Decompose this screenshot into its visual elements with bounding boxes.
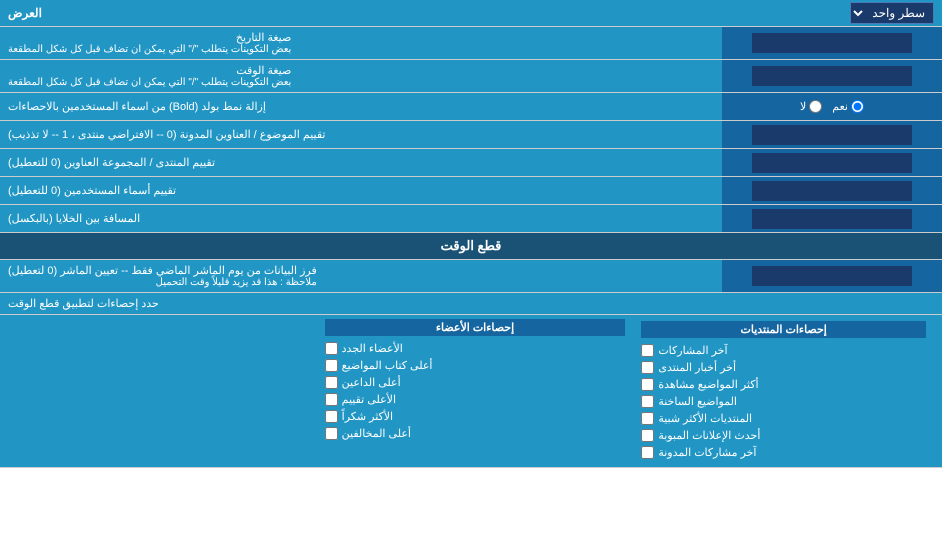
- bold-radio-group: نعم لا: [792, 98, 872, 115]
- col1-title: إحصاءات الأعضاء: [325, 319, 626, 336]
- checkbox-classified-ads: أحدث الإعلانات المبوبة: [641, 427, 926, 444]
- date-format-input-container[interactable]: d-m: [722, 27, 942, 59]
- checkbox-new-members: الأعضاء الجدد: [325, 340, 626, 357]
- checkbox-similar-forums-input[interactable]: [641, 412, 654, 425]
- checkbox-most-warned: أعلى المخالفين: [325, 425, 626, 442]
- checkbox-most-thanked-input[interactable]: [325, 410, 338, 423]
- checkbox-new-members-input[interactable]: [325, 342, 338, 355]
- limit-row: حدد إحصاءات لتطبيق قطع الوقت: [0, 293, 942, 315]
- display-select-container[interactable]: سطر واحد سطرين ثلاثة أسطر: [850, 2, 934, 24]
- bold-remove-radio-container: نعم لا: [722, 93, 942, 120]
- checkbox-last-posts: آخر المشاركات: [641, 342, 926, 359]
- time-cut-input[interactable]: 0: [752, 266, 912, 286]
- checkbox-hot-topics: المواضيع الساخنة: [641, 393, 926, 410]
- time-cut-row: 0 فرز البيانات من يوم الماشر الماضي فقط …: [0, 260, 942, 293]
- time-format-input[interactable]: H:i: [752, 66, 912, 86]
- checkbox-blog-posts-input[interactable]: [641, 446, 654, 459]
- forum-group-row: 33 تقييم المنتدى / المجموعة العناوين (0 …: [0, 149, 942, 177]
- checkbox-top-rated: الأعلى تقييم: [325, 391, 626, 408]
- checkbox-col-forums: إحصاءات المنتديات آخر المشاركات أخر أخبا…: [633, 319, 934, 463]
- time-cut-input-container[interactable]: 0: [722, 260, 942, 292]
- forum-order-input-container[interactable]: 33: [722, 121, 942, 148]
- section-title: العرض: [8, 6, 42, 20]
- limit-label: حدد إحصاءات لتطبيق قطع الوقت: [8, 297, 159, 310]
- date-format-row: d-m صيغة التاريخ بعض التكوينات يتطلب "/"…: [0, 27, 942, 60]
- time-format-label: صيغة الوقت بعض التكوينات يتطلب "/" التي …: [0, 60, 722, 92]
- checkbox-news: أخر أخبار المنتدى: [641, 359, 926, 376]
- cell-spacing-input-container[interactable]: 2: [722, 205, 942, 232]
- bold-no-radio[interactable]: [809, 100, 822, 113]
- time-format-row: H:i صيغة الوقت بعض التكوينات يتطلب "/" ا…: [0, 60, 942, 93]
- forum-order-label: تقييم الموضوع / العناوين المدونة (0 -- ا…: [0, 121, 722, 148]
- checkbox-col-members: إحصاءات الأعضاء الأعضاء الجدد أعلى كتاب …: [325, 319, 626, 463]
- checkbox-most-warned-input[interactable]: [325, 427, 338, 440]
- top-header: سطر واحد سطرين ثلاثة أسطر العرض: [0, 0, 942, 27]
- time-cut-header: قطع الوقت: [0, 233, 942, 260]
- forum-group-input[interactable]: 33: [752, 153, 912, 173]
- checkbox-most-thanked: الأكثر شكراً: [325, 408, 626, 425]
- forum-group-label: تقييم المنتدى / المجموعة العناوين (0 للت…: [0, 149, 722, 176]
- user-trim-input-container[interactable]: 0: [722, 177, 942, 204]
- user-trim-row: 0 تقييم أسماء المستخدمين (0 للتعطيل): [0, 177, 942, 205]
- checkbox-top-posters-input[interactable]: [325, 359, 338, 372]
- checkbox-last-posts-input[interactable]: [641, 344, 654, 357]
- checkbox-top-inviters: أعلى الداعين: [325, 374, 626, 391]
- forum-group-input-container[interactable]: 33: [722, 149, 942, 176]
- forum-order-input[interactable]: 33: [752, 125, 912, 145]
- cell-spacing-label: المسافة بين الخلايا (بالبكسل): [0, 205, 722, 232]
- checkbox-hot-topics-input[interactable]: [641, 395, 654, 408]
- checkbox-top-rated-input[interactable]: [325, 393, 338, 406]
- checkbox-most-viewed-input[interactable]: [641, 378, 654, 391]
- bold-remove-label: إزالة نمط بولد (Bold) من اسماء المستخدمي…: [0, 93, 722, 120]
- bold-yes-label[interactable]: نعم: [832, 100, 864, 113]
- bold-yes-radio[interactable]: [851, 100, 864, 113]
- checkbox-news-input[interactable]: [641, 361, 654, 374]
- checkbox-classified-ads-input[interactable]: [641, 429, 654, 442]
- cell-spacing-input[interactable]: 2: [752, 209, 912, 229]
- date-format-label: صيغة التاريخ بعض التكوينات يتطلب "/" الت…: [0, 27, 722, 59]
- user-trim-label: تقييم أسماء المستخدمين (0 للتعطيل): [0, 177, 722, 204]
- checkbox-similar-forums: المنتديات الأكثر شبية: [641, 410, 926, 427]
- col2-title: إحصاءات المنتديات: [641, 321, 926, 338]
- time-format-input-container[interactable]: H:i: [722, 60, 942, 92]
- checkbox-most-viewed: أكثر المواضيع مشاهدة: [641, 376, 926, 393]
- forum-order-row: 33 تقييم الموضوع / العناوين المدونة (0 -…: [0, 121, 942, 149]
- display-select[interactable]: سطر واحد سطرين ثلاثة أسطر: [850, 2, 934, 24]
- col3-area: [8, 319, 317, 463]
- cell-spacing-row: 2 المسافة بين الخلايا (بالبكسل): [0, 205, 942, 233]
- user-trim-input[interactable]: 0: [752, 181, 912, 201]
- time-cut-label: فرز البيانات من يوم الماشر الماضي فقط --…: [0, 260, 722, 292]
- bold-no-label[interactable]: لا: [800, 100, 822, 113]
- date-format-input[interactable]: d-m: [752, 33, 912, 53]
- checkbox-top-posters: أعلى كتاب المواضيع: [325, 357, 626, 374]
- checkbox-blog-posts: آخر مشاركات المدونة: [641, 444, 926, 461]
- checkbox-top-inviters-input[interactable]: [325, 376, 338, 389]
- bold-remove-row: نعم لا إزالة نمط بولد (Bold) من اسماء ال…: [0, 93, 942, 121]
